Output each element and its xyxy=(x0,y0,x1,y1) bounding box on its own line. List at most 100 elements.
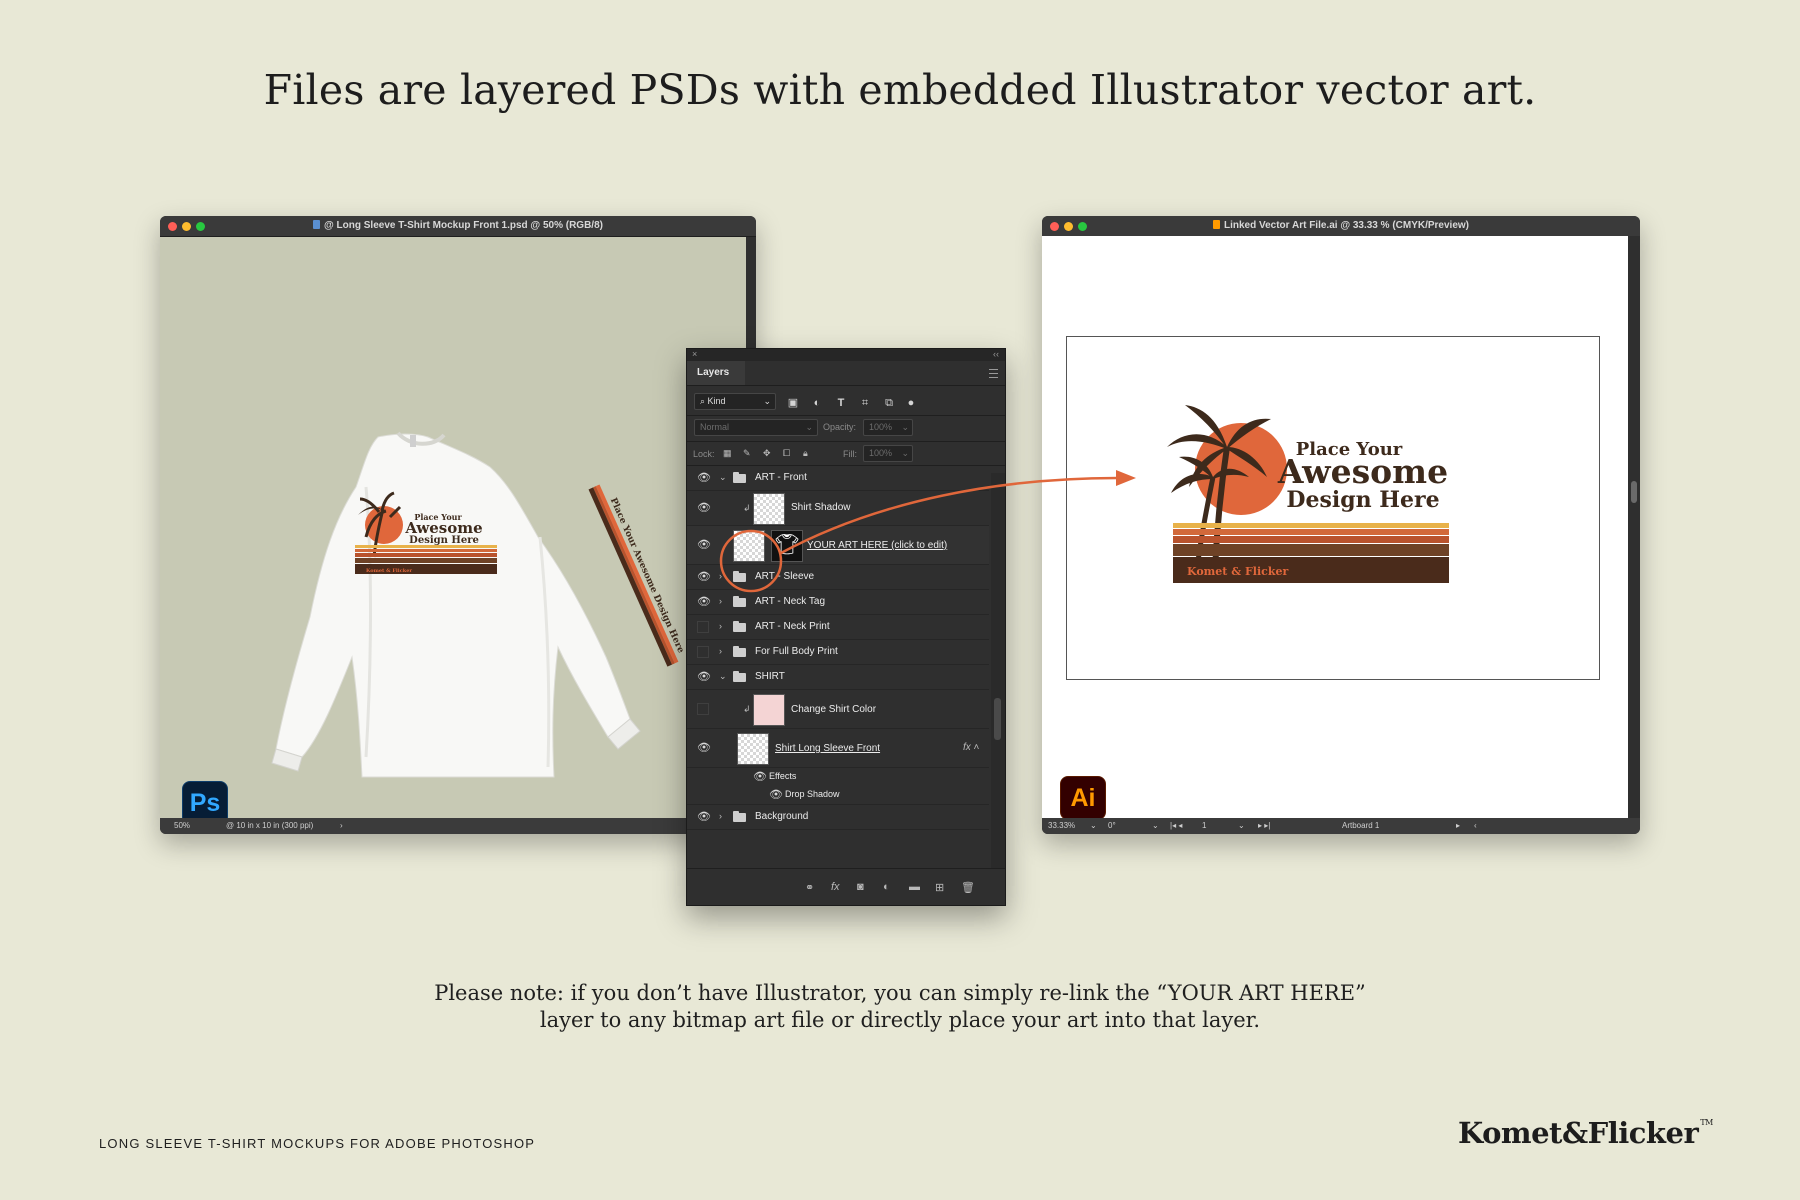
next-artboard-icon[interactable]: ▸ ▸| xyxy=(1258,821,1270,830)
blend-mode-select[interactable]: Normal ⌄ xyxy=(694,419,818,436)
headline: Files are layered PSDs with embedded Ill… xyxy=(263,66,1537,114)
layer-row[interactable]: › For Full Body Print xyxy=(687,640,989,665)
fill-value: 100% xyxy=(869,448,893,458)
layer-row[interactable]: 👁︎ 👕︎ YOUR ART HERE (click to edit) xyxy=(687,526,989,565)
layer-row[interactable]: 👁︎ ⌄ ART - Front xyxy=(687,466,989,491)
eye-icon[interactable]: 👁︎ xyxy=(769,790,783,801)
eye-icon[interactable]: 👁︎ xyxy=(697,572,711,583)
effect-row[interactable]: 👁︎ Drop Shadow xyxy=(687,786,989,805)
layer-row[interactable]: 👁︎ ⌄ SHIRT xyxy=(687,665,989,690)
chevron-right-icon[interactable]: › xyxy=(719,571,722,581)
tab-layers[interactable]: Layers xyxy=(687,361,745,385)
note-line1: Please note: if you don’t have Illustrat… xyxy=(434,981,1366,1005)
layer-row[interactable]: 👁︎ › Background xyxy=(687,805,989,830)
artboard[interactable]: Place Your Awesome Design Here Komet & F… xyxy=(1066,336,1600,680)
layers-bottom-toolbar: ⚭ fx ◙ ◐ ▬ ⊞ 🗑︎ xyxy=(687,868,1005,905)
eye-icon[interactable]: 👁︎ xyxy=(697,540,711,551)
layer-row[interactable]: 👁︎ › ART - Sleeve xyxy=(687,565,989,590)
layer-name: SHIRT xyxy=(755,671,785,682)
smart-object-filter-icon[interactable]: ⧉ xyxy=(883,397,895,409)
ai-artboard-label[interactable]: Artboard 1 xyxy=(1342,821,1379,830)
ai-angle-readout[interactable]: 0° xyxy=(1108,821,1116,830)
ai-zoom-readout[interactable]: 33.33% xyxy=(1048,821,1075,830)
effects-row[interactable]: 👁︎ Effects xyxy=(687,768,989,786)
trademark-mark: TM xyxy=(1700,1118,1713,1127)
ai-scrollbar[interactable] xyxy=(1628,236,1640,818)
new-group-icon[interactable]: ▬ xyxy=(909,881,920,893)
play-icon[interactable]: ▸ xyxy=(1456,821,1460,830)
layer-row[interactable]: › ART - Neck Print xyxy=(687,615,989,640)
chevron-left-icon[interactable]: ‹ xyxy=(1474,821,1477,830)
fx-icon[interactable]: fx ˄ xyxy=(963,742,979,753)
scroll-thumb[interactable] xyxy=(994,698,1001,740)
lock-pixels-icon[interactable]: ▦ xyxy=(723,448,732,459)
trash-icon[interactable]: 🗑︎ xyxy=(961,881,975,894)
chevron-down-icon[interactable]: ⌄ xyxy=(1152,821,1159,830)
shape-filter-icon[interactable]: ⌗ xyxy=(859,397,871,409)
eye-icon[interactable]: 👁︎ xyxy=(697,743,711,754)
layers-scrollbar[interactable] xyxy=(991,473,1005,903)
photoshop-logo: Ps xyxy=(182,781,228,818)
shirt-mask-thumbnail: 👕︎ xyxy=(771,530,803,562)
lock-position-icon[interactable]: ✥ xyxy=(763,448,771,459)
shirt-body xyxy=(275,433,631,778)
chevron-down-icon[interactable]: ⌄ xyxy=(1090,821,1097,830)
fx-icon[interactable]: fx xyxy=(831,881,840,893)
shirt-mockup: Place Your Awesome Design Here Komet & F… xyxy=(271,431,686,778)
visibility-toggle-off[interactable] xyxy=(697,646,709,658)
filter-kind-select[interactable]: ⌕ Kind ⌄ xyxy=(694,393,776,410)
close-icon[interactable]: × xyxy=(692,349,697,359)
eye-icon[interactable]: 👁︎ xyxy=(697,597,711,608)
layer-row[interactable]: ↲ Change Shirt Color xyxy=(687,690,989,729)
adjustment-layer-icon[interactable]: ◐ xyxy=(883,881,890,893)
layer-thumbnail xyxy=(737,733,769,765)
collapse-icon[interactable]: ‹‹ xyxy=(993,349,999,359)
chevron-right-icon[interactable]: › xyxy=(340,821,343,830)
opacity-label: Opacity: xyxy=(823,422,857,432)
lock-all-icon[interactable]: 🔒︎ xyxy=(803,448,808,459)
adjustment-filter-icon[interactable]: ◐ xyxy=(811,397,823,409)
filter-toggle-icon[interactable]: ● xyxy=(905,397,917,409)
ps-canvas[interactable]: Place Your Awesome Design Here Komet & F… xyxy=(160,237,746,818)
first-artboard-icon[interactable]: |◂ ◂ xyxy=(1170,821,1182,830)
eye-icon[interactable]: 👁︎ xyxy=(753,772,767,783)
visibility-toggle-off[interactable] xyxy=(697,621,709,633)
eye-icon[interactable]: 👁︎ xyxy=(697,503,711,514)
layer-row[interactable]: 👁︎ ↲ Shirt Shadow xyxy=(687,491,989,526)
add-mask-icon[interactable]: ◙ xyxy=(857,881,864,893)
chevron-right-icon[interactable]: › xyxy=(719,621,722,631)
fill-field[interactable]: 100% ⌄ xyxy=(863,445,913,462)
vector-art-banner-text: Komet & Flicker xyxy=(1187,565,1288,578)
eye-icon[interactable]: 👁︎ xyxy=(697,812,711,823)
clipping-mask-icon: ↲ xyxy=(743,704,751,714)
layer-name: Change Shirt Color xyxy=(791,704,877,715)
eye-icon[interactable]: 👁︎ xyxy=(697,473,711,484)
new-layer-icon[interactable]: ⊞ xyxy=(935,881,944,894)
chevron-down-icon[interactable]: ⌄ xyxy=(719,671,727,682)
chevron-right-icon[interactable]: › xyxy=(719,596,722,606)
eye-icon[interactable]: 👁︎ xyxy=(697,672,711,683)
note-text: Please note: if you don’t have Illustrat… xyxy=(0,980,1800,1034)
layer-row[interactable]: 👁︎ › ART - Neck Tag xyxy=(687,590,989,615)
chevron-down-icon[interactable]: ⌄ xyxy=(1238,821,1245,830)
folder-icon xyxy=(733,646,746,657)
layer-name: ART - Neck Print xyxy=(755,621,830,632)
panel-menu-icon[interactable] xyxy=(989,369,998,378)
layer-name: Shirt Shadow xyxy=(791,502,851,513)
type-filter-icon[interactable]: T xyxy=(835,397,847,409)
chevron-down-icon[interactable]: ⌄ xyxy=(719,472,727,483)
scroll-thumb[interactable] xyxy=(1631,481,1637,503)
image-filter-icon[interactable]: ▣ xyxy=(787,397,799,409)
visibility-toggle-off[interactable] xyxy=(697,703,709,715)
link-icon[interactable]: ⚭ xyxy=(805,881,814,894)
ps-zoom-readout[interactable]: 50% xyxy=(174,821,190,830)
opacity-field[interactable]: 100% ⌄ xyxy=(863,419,913,436)
layer-row[interactable]: 👁︎ Shirt Long Sleeve Front fx ˄ xyxy=(687,729,989,768)
chevron-right-icon[interactable]: › xyxy=(719,646,722,656)
chevron-right-icon[interactable]: › xyxy=(719,811,722,821)
layers-panel: × ‹‹ Layers ⌕ Kind ⌄ ▣ ◐ T ⌗ ⧉ ● Normal ⌄ … xyxy=(686,348,1006,906)
ps-doc-info[interactable]: @ 10 in x 10 in (300 ppi) xyxy=(226,821,313,830)
lock-artboard-icon[interactable]: ⧠ xyxy=(783,448,790,459)
lock-paint-icon[interactable]: ✎ xyxy=(743,448,751,459)
ai-artboard-number[interactable]: 1 xyxy=(1202,821,1206,830)
